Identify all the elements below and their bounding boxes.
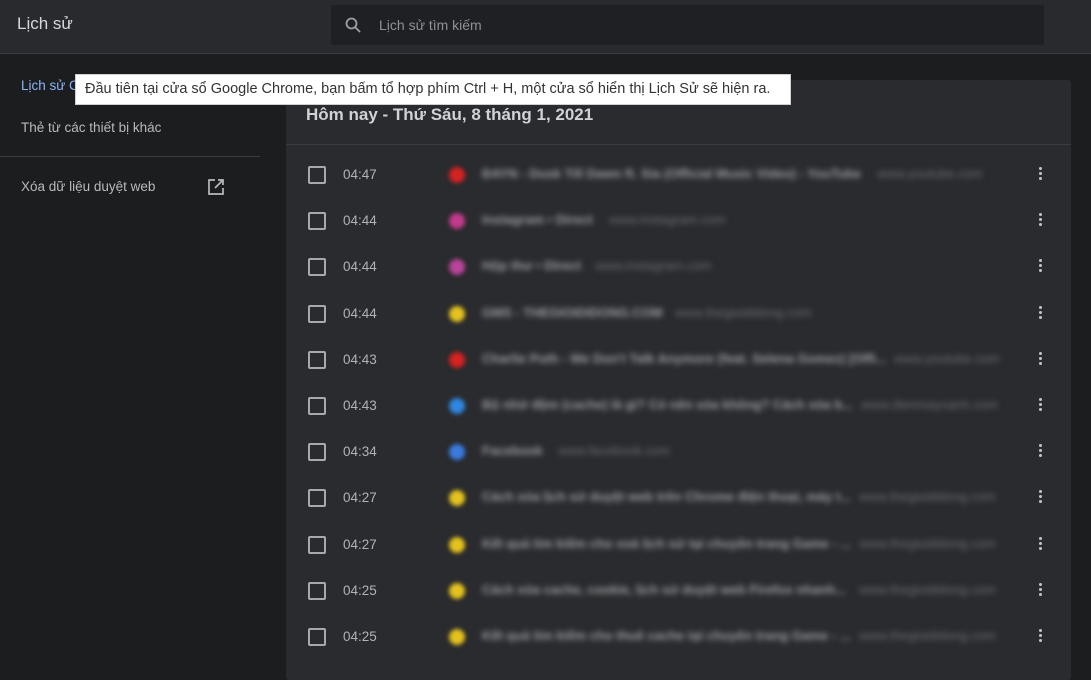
history-row[interactable]: 04:34 Facebook www.facebook.com [286, 429, 1071, 475]
entry-title-link[interactable]: Charlie Puth - We Don't Talk Anymore (fe… [482, 351, 886, 366]
history-row[interactable]: 04:43 Bộ nhớ đệm (cache) là gì? Có nên xó… [286, 383, 1071, 429]
site-favicon-icon [449, 582, 465, 599]
entry-domain: www.facebook.com [558, 443, 670, 459]
entry-title-link[interactable]: Instagram • Direct [482, 212, 593, 227]
entry-title-link[interactable]: Kết quả tìm kiếm cho thuê cache tại chuy… [482, 628, 850, 643]
visit-time: 04:27 [343, 490, 377, 506]
history-row[interactable]: 04:43 Charlie Puth - We Don't Talk Anymor… [286, 337, 1071, 383]
visit-time: 04:44 [343, 305, 377, 321]
entry-domain: www.thegioididong.com [859, 489, 996, 505]
visit-time: 04:44 [343, 259, 377, 275]
row-checkbox[interactable] [308, 166, 326, 184]
history-row[interactable]: 04:44 GMS - THEGIOIDIDONG.COM www.thegioid… [286, 291, 1071, 337]
site-favicon-icon [449, 629, 465, 645]
entry-title-link[interactable]: Kết quả tìm kiếm cho xoá lịch sử tại chu… [482, 536, 851, 551]
entry-domain: www.youtube.com [877, 166, 983, 181]
entry-domain: www.youtube.com [894, 350, 1000, 366]
entry-title-link[interactable]: Cách xóa lịch sử duyệt web trên Chrome đ… [482, 489, 851, 504]
row-checkbox[interactable] [308, 397, 326, 415]
history-row[interactable]: 04:44 Hộp thư • Direct www.instagram.com [286, 244, 1071, 290]
more-actions-icon[interactable] [1032, 396, 1048, 416]
history-row[interactable]: 04:44 Instagram • Direct www.instagram.com [286, 198, 1071, 244]
more-actions-icon[interactable] [1032, 257, 1048, 277]
entry-domain: www.instagram.com [609, 212, 726, 228]
search-placeholder: Lịch sử tìm kiếm [379, 17, 482, 33]
more-actions-icon[interactable] [1032, 442, 1048, 462]
more-actions-icon[interactable] [1032, 350, 1048, 370]
row-checkbox[interactable] [308, 443, 326, 462]
history-row[interactable]: 04:27 Cách xóa lịch sử duyệt web trên Chr… [286, 475, 1071, 521]
entry-domain: www.instagram.com [595, 258, 712, 274]
row-checkbox[interactable] [308, 489, 326, 508]
more-actions-icon[interactable] [1032, 211, 1048, 231]
entry-domain: www.thegioididong.com [675, 304, 812, 320]
visit-time: 04:47 [343, 167, 377, 182]
history-row[interactable]: 04:25 Kết quả tìm kiếm cho thuê cache tại… [286, 614, 1071, 660]
site-favicon-icon [449, 305, 465, 322]
row-checkbox[interactable] [308, 212, 326, 231]
entry-domain: www.thegioididong.com [859, 581, 996, 597]
site-favicon-icon [449, 490, 465, 507]
visit-time: 04:25 [343, 629, 377, 644]
date-heading: Hôm nay - Thứ Sáu, 8 tháng 1, 2021 [306, 105, 594, 124]
more-actions-icon[interactable] [1032, 535, 1048, 555]
more-actions-icon[interactable] [1032, 581, 1048, 601]
page-title: Lịch sử [17, 14, 73, 33]
history-row[interactable]: 04:27 Kết quả tìm kiếm cho xoá lịch sử tạ… [286, 522, 1071, 568]
entry-title-link[interactable]: GMS - THEGIOIDIDONG.COM [482, 305, 663, 320]
entry-domain: www.dienmayxanh.com [861, 397, 998, 412]
site-favicon-icon [449, 398, 465, 414]
site-favicon-icon [449, 536, 465, 553]
history-row[interactable]: 04:25 Cách xóa cache, cookie, lịch sử duy… [286, 568, 1071, 614]
instruction-tooltip: Đầu tiên tại cửa sổ Google Chrome, bạn b… [75, 74, 791, 105]
site-favicon-icon [449, 259, 465, 276]
search-icon[interactable] [345, 17, 361, 33]
visit-time: 04:43 [343, 351, 377, 367]
sidebar-item-other-devices[interactable]: Thẻ từ các thiết bị khác [21, 120, 161, 135]
visit-time: 04:27 [343, 536, 377, 552]
entry-domain: www.thegioididong.com [859, 535, 996, 551]
history-row[interactable]: 04:47 ĐAYN - Dusk Till Dawn ft. Sia (Offi… [286, 152, 1071, 198]
more-actions-icon[interactable] [1032, 627, 1048, 647]
site-favicon-icon [449, 351, 465, 368]
clear-browsing-data-link[interactable]: Xóa dữ liệu duyệt web [21, 179, 155, 194]
search-input[interactable]: Lịch sử tìm kiếm [331, 5, 1044, 45]
card-divider [286, 144, 1071, 145]
row-checkbox[interactable] [308, 350, 326, 369]
visit-time: 04:25 [343, 582, 377, 598]
entry-title-link[interactable]: Hộp thư • Direct [482, 258, 581, 273]
row-checkbox[interactable] [308, 304, 326, 323]
top-bar: Lịch sử Lịch sử tìm kiếm [0, 0, 1091, 54]
row-checkbox[interactable] [308, 581, 326, 600]
more-actions-icon[interactable] [1032, 165, 1048, 185]
site-favicon-icon [449, 444, 465, 461]
entry-title-link[interactable]: Bộ nhớ đệm (cache) là gì? Có nên xóa khô… [482, 397, 853, 412]
sidebar-divider [0, 156, 260, 157]
visit-time: 04:43 [343, 398, 377, 413]
visit-time: 04:44 [343, 213, 377, 229]
row-checkbox[interactable] [308, 258, 326, 277]
sidebar: Lịch sử Chrome Thẻ từ các thiết bị khác … [0, 54, 260, 658]
site-favicon-icon [449, 213, 465, 230]
entry-domain: www.thegioididong.com [859, 628, 996, 643]
entry-title-link[interactable]: ĐAYN - Dusk Till Dawn ft. Sia (Official … [482, 166, 861, 181]
row-checkbox[interactable] [308, 535, 326, 554]
entry-title-link[interactable]: Facebook [482, 443, 543, 458]
more-actions-icon[interactable] [1032, 304, 1048, 324]
more-actions-icon[interactable] [1032, 488, 1048, 508]
site-favicon-icon [449, 167, 465, 183]
history-card: Hôm nay - Thứ Sáu, 8 tháng 1, 2021 04:47… [286, 80, 1071, 680]
entry-title-link[interactable]: Cách xóa cache, cookie, lịch sử duyệt we… [482, 582, 846, 597]
open-in-new-icon[interactable] [207, 178, 225, 196]
row-checkbox[interactable] [308, 628, 326, 646]
visit-time: 04:34 [343, 444, 377, 460]
